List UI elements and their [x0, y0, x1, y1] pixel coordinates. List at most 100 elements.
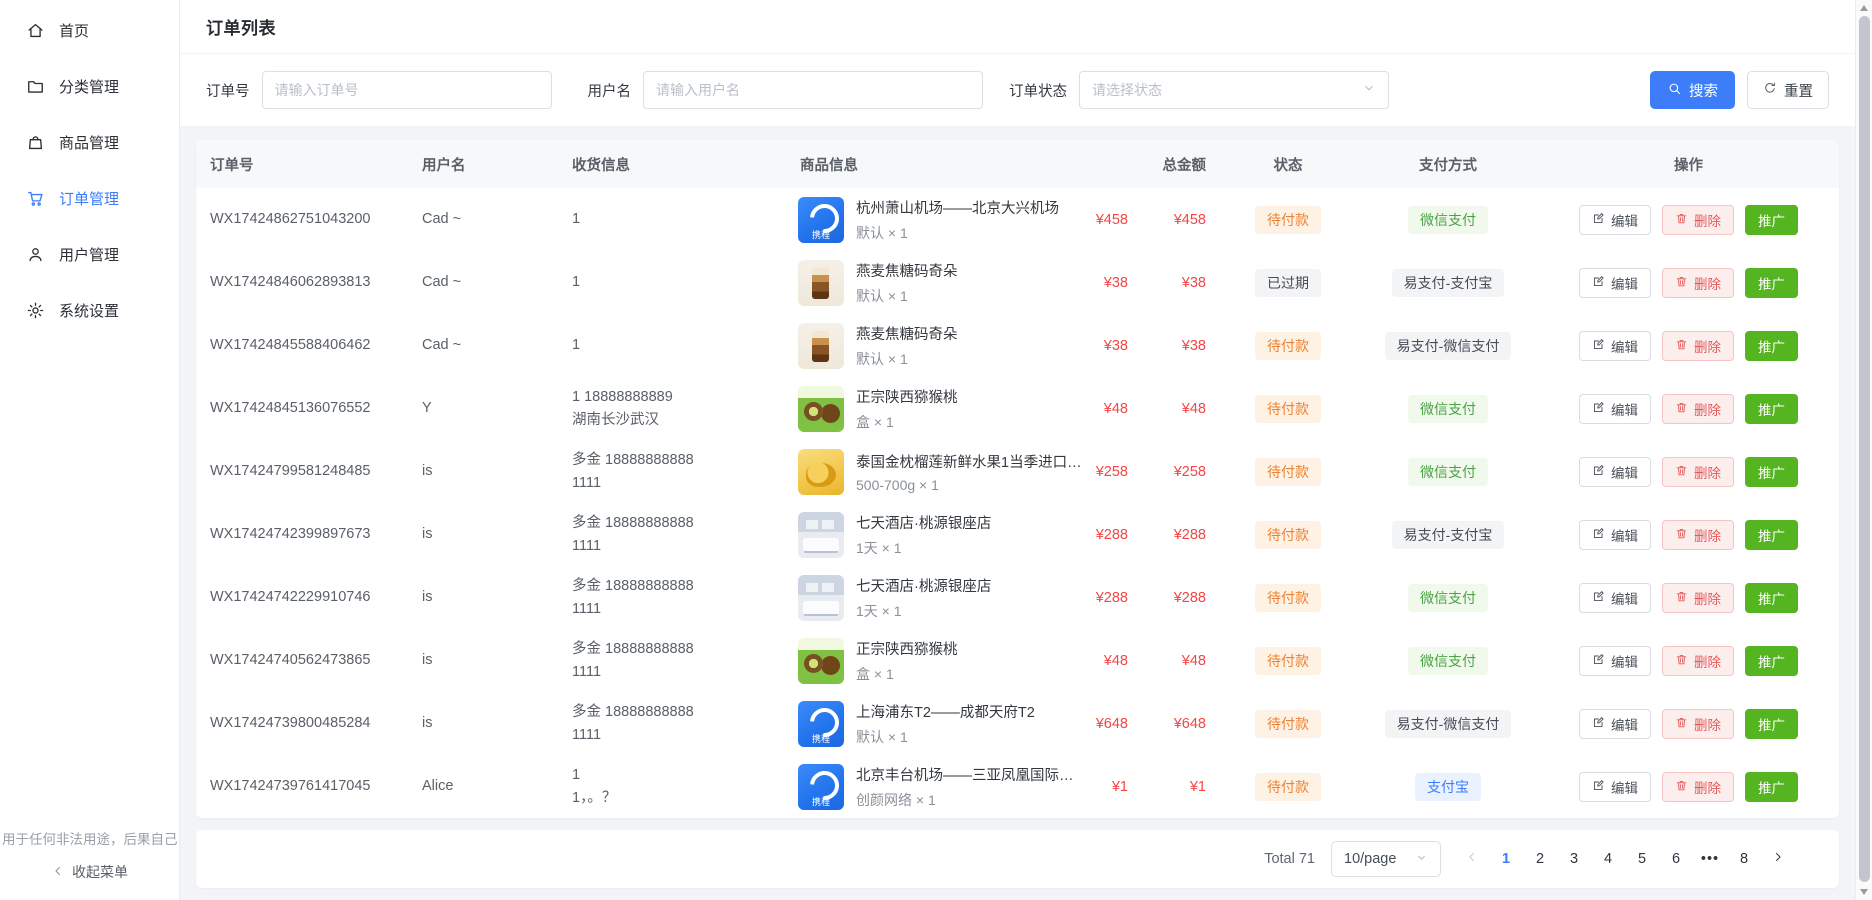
edit-button[interactable]: 编辑	[1579, 772, 1651, 802]
product-info-cell: 泰国金枕榴莲新鲜水果1当季进口整果... 500-700g × 1	[786, 449, 1084, 495]
page-button-4[interactable]: 4	[1593, 843, 1623, 875]
payment-badge: 易支付-支付宝	[1392, 521, 1505, 549]
promote-button[interactable]: 推广	[1745, 520, 1798, 550]
sidebar-item-label: 商品管理	[59, 132, 119, 153]
order-no-input[interactable]	[262, 71, 552, 109]
search-icon	[1667, 81, 1682, 100]
promote-button[interactable]: 推广	[1745, 394, 1798, 424]
product-image	[798, 323, 844, 369]
page-button-5[interactable]: 5	[1627, 843, 1657, 875]
username-cell: is	[408, 649, 558, 671]
edit-button[interactable]: 编辑	[1579, 709, 1651, 739]
status-badge: 待付款	[1255, 773, 1321, 801]
page-size-select[interactable]: 10/page	[1331, 841, 1441, 877]
promote-button[interactable]: 推广	[1745, 457, 1798, 487]
trash-icon	[1675, 527, 1688, 543]
edit-button[interactable]: 编辑	[1579, 457, 1651, 487]
collapse-menu-label: 收起菜单	[72, 862, 128, 882]
edit-button[interactable]: 编辑	[1579, 268, 1651, 298]
sidebar-item-label: 系统设置	[59, 300, 119, 321]
scrollbar-thumb[interactable]	[1859, 16, 1870, 882]
status-cell: 待付款	[1218, 584, 1358, 612]
payment-cell: 微信支付	[1358, 206, 1538, 234]
sidebar-item-orders[interactable]: 订单管理	[0, 170, 179, 226]
sidebar-item-home[interactable]: 首页	[0, 2, 179, 58]
chevron-down-icon	[1415, 851, 1428, 868]
promote-button[interactable]: 推广	[1745, 331, 1798, 361]
order-number: WX17424742229910746	[196, 586, 408, 608]
username-input[interactable]	[643, 71, 983, 109]
edit-button[interactable]: 编辑	[1579, 583, 1651, 613]
page-button-8[interactable]: 8	[1729, 843, 1759, 875]
status-cell: 待付款	[1218, 458, 1358, 486]
page-button-1[interactable]: 1	[1491, 843, 1521, 875]
delete-button[interactable]: 删除	[1662, 772, 1734, 802]
page-button-2[interactable]: 2	[1525, 843, 1555, 875]
delete-button[interactable]: 删除	[1662, 331, 1734, 361]
username-cell: Alice	[408, 775, 558, 797]
status-cell: 待付款	[1218, 710, 1358, 738]
product-name: 燕麦焦糖码奇朵	[856, 260, 958, 281]
sidebar-item-label: 订单管理	[59, 188, 119, 209]
promote-button[interactable]: 推广	[1745, 646, 1798, 676]
page-title: 订单列表	[206, 14, 276, 39]
edit-button[interactable]: 编辑	[1579, 394, 1651, 424]
delete-button[interactable]: 删除	[1662, 205, 1734, 235]
sidebar-item-categories[interactable]: 分类管理	[0, 58, 179, 114]
table-row: WX17424862751043200 Cad ~ 1 杭州萧山机场——北京大兴…	[196, 188, 1839, 251]
delete-button[interactable]: 删除	[1662, 394, 1734, 424]
table-row: WX17424742229910746 is 多金 18888888888111…	[196, 566, 1839, 629]
delete-button[interactable]: 删除	[1662, 520, 1734, 550]
status-cell: 待付款	[1218, 521, 1358, 549]
item-price: ¥48	[1084, 653, 1140, 669]
edit-button[interactable]: 编辑	[1579, 520, 1651, 550]
delete-button[interactable]: 删除	[1662, 646, 1734, 676]
prev-page-button[interactable]	[1457, 843, 1487, 875]
table-row: WX17424845136076552 Y 1 18888888889湖南长沙武…	[196, 377, 1839, 440]
sidebar-item-users[interactable]: 用户管理	[0, 226, 179, 282]
edit-button[interactable]: 编辑	[1579, 646, 1651, 676]
scrollbar-down-arrow[interactable]	[1860, 889, 1868, 895]
pagination-total: Total 71	[1264, 851, 1315, 867]
promote-button[interactable]: 推广	[1745, 709, 1798, 739]
status-badge: 待付款	[1255, 332, 1321, 360]
delete-button[interactable]: 删除	[1662, 583, 1734, 613]
order-status-select[interactable]: 请选择状态	[1079, 71, 1389, 109]
delete-button[interactable]: 删除	[1662, 457, 1734, 487]
username-cell: Cad ~	[408, 208, 558, 230]
order-status-label: 订单状态	[1009, 80, 1067, 101]
reset-button[interactable]: 重置	[1747, 71, 1829, 109]
status-badge: 待付款	[1255, 710, 1321, 738]
product-info-cell: 上海浦东T2——成都天府T2 默认 × 1	[786, 701, 1084, 747]
row-actions: 编辑 删除 推广	[1538, 646, 1839, 676]
delete-button[interactable]: 删除	[1662, 709, 1734, 739]
collapse-menu-button[interactable]: 收起菜单	[0, 856, 179, 888]
page-ellipsis[interactable]: •••	[1695, 843, 1725, 875]
chevron-left-icon	[51, 864, 65, 881]
next-page-button[interactable]	[1763, 843, 1793, 875]
sidebar-item-products[interactable]: 商品管理	[0, 114, 179, 170]
shipping-info-cell: 1	[558, 334, 786, 356]
promote-button[interactable]: 推广	[1745, 268, 1798, 298]
page-button-3[interactable]: 3	[1559, 843, 1589, 875]
payment-cell: 微信支付	[1358, 647, 1538, 675]
payment-cell: 易支付-微信支付	[1358, 332, 1538, 360]
sidebar-item-settings[interactable]: 系统设置	[0, 282, 179, 338]
promote-button[interactable]: 推广	[1745, 205, 1798, 235]
edit-button[interactable]: 编辑	[1579, 205, 1651, 235]
delete-button[interactable]: 删除	[1662, 268, 1734, 298]
search-button[interactable]: 搜索	[1650, 71, 1735, 109]
order-status-placeholder: 请选择状态	[1092, 80, 1162, 100]
window-scrollbar[interactable]	[1855, 0, 1872, 900]
product-name: 七天酒店·桃源银座店	[856, 512, 991, 533]
user-icon	[26, 245, 45, 264]
sidebar-item-label: 用户管理	[59, 244, 119, 265]
status-cell: 待付款	[1218, 395, 1358, 423]
order-total: ¥48	[1140, 401, 1218, 417]
trash-icon	[1675, 275, 1688, 291]
page-button-6[interactable]: 6	[1661, 843, 1691, 875]
scrollbar-up-arrow[interactable]	[1860, 5, 1868, 11]
edit-button[interactable]: 编辑	[1579, 331, 1651, 361]
promote-button[interactable]: 推广	[1745, 772, 1798, 802]
promote-button[interactable]: 推广	[1745, 583, 1798, 613]
